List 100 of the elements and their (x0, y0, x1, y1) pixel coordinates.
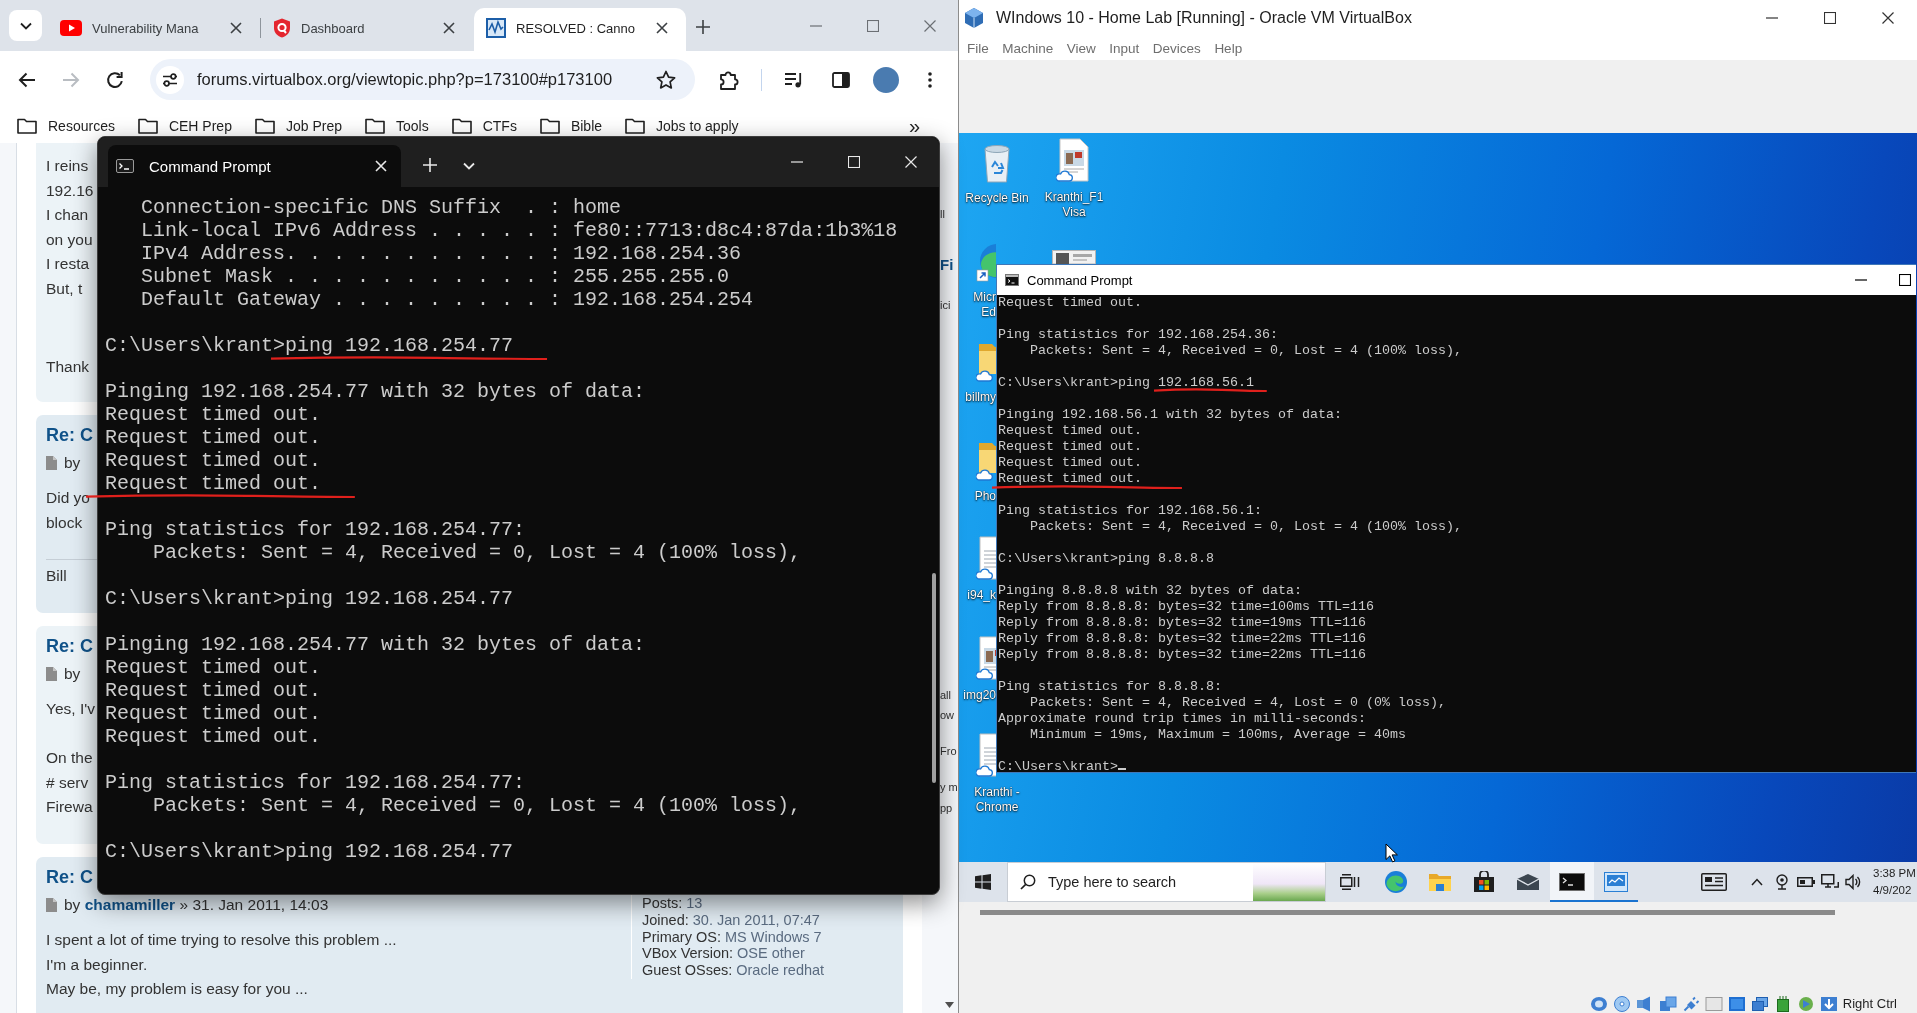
avatar[interactable] (873, 66, 899, 93)
plug-icon[interactable] (1681, 995, 1700, 1012)
playlist-icon[interactable] (784, 71, 804, 88)
side-panel-icon[interactable] (832, 71, 850, 88)
menu-item[interactable]: Input (1109, 40, 1140, 56)
author-link[interactable]: chamamiller (84, 895, 176, 913)
document-icon[interactable] (976, 733, 996, 777)
document-icon[interactable] (976, 536, 996, 580)
folder-icon (17, 117, 37, 134)
menu-item[interactable]: Help (1214, 40, 1243, 56)
terminal-icon (1559, 873, 1585, 891)
terminal-line: Pinging 8.8.8.8 with 32 bytes of data: (998, 583, 1302, 598)
back-arrow-icon[interactable] (18, 71, 36, 88)
bookmark-folder[interactable]: CEH Prep (137, 117, 232, 134)
news-icon[interactable] (1701, 873, 1727, 891)
profile-value: MS Windows 7 (724, 928, 822, 946)
bookmark-folder[interactable]: CTFs (451, 117, 517, 134)
image-file-icon[interactable] (1052, 250, 1096, 264)
battery-icon[interactable] (1797, 877, 1815, 887)
terminal-line: Request timed out. (998, 439, 1142, 454)
window-title: Command Prompt (1027, 272, 1133, 288)
folder-icon (625, 117, 646, 134)
browser-tab[interactable]: Dashboard (261, 8, 473, 51)
terminal-tab[interactable]: Command Prompt (108, 145, 401, 187)
tile-icon[interactable] (1704, 995, 1723, 1012)
clock-date[interactable]: 4/9/202 (1873, 882, 1912, 899)
address-bar[interactable]: forums.virtualbox.org/viewtopic.php?p=173100#p173100 (150, 59, 695, 100)
terminal-icon (1005, 274, 1019, 286)
bookmark-folder[interactable]: Bible (539, 117, 603, 134)
bookmark-folder[interactable]: Jobs to apply (625, 117, 739, 134)
chevron-down-icon[interactable] (463, 162, 475, 170)
maximize-icon[interactable] (1824, 12, 1836, 24)
more-bookmarks-button[interactable]: » (908, 114, 920, 137)
clock-time[interactable]: 3:38 PM (1873, 865, 1916, 882)
terminal-line: Request timed out. (105, 472, 322, 495)
menu-item[interactable]: Machine (1002, 40, 1054, 56)
disk-icon[interactable] (1589, 995, 1608, 1012)
sliders-icon[interactable] (156, 65, 184, 94)
terminal-line: Request timed out. (105, 725, 322, 748)
video-play-icon (60, 20, 82, 36)
stacked-screens-icon[interactable] (1750, 995, 1769, 1012)
scroll-down-icon[interactable] (944, 1002, 954, 1008)
scrollbar-thumb[interactable] (932, 573, 936, 783)
bookmark-folder[interactable]: Tools (365, 117, 429, 134)
image-file-icon[interactable] (976, 636, 996, 680)
camera-icon[interactable] (1775, 874, 1789, 890)
menu-item[interactable]: View (1066, 40, 1096, 56)
display-icon[interactable] (1727, 995, 1746, 1012)
terminal-line: Pinging 192.168.254.77 with 32 bytes of data: (105, 380, 646, 403)
browser-tab[interactable]: Vulnerability Mana (48, 8, 260, 51)
terminal-line: Ping statistics for 192.168.56.1: (998, 503, 1262, 518)
profile-value: 13 (686, 895, 703, 912)
shopping-bag-icon (1473, 871, 1495, 893)
folder-icon (451, 117, 472, 134)
terminal-line: Connection-specific DNS Suffix . : home (141, 196, 622, 219)
post-title[interactable]: Re: C (46, 863, 93, 890)
bookmark-folder[interactable]: Job Prep (254, 117, 342, 134)
close-icon[interactable] (656, 22, 668, 34)
folder-icon (539, 117, 560, 134)
cube-icon (963, 7, 985, 29)
overlapping-squares-icon[interactable] (1658, 995, 1677, 1012)
browser-tab[interactable]: RESOLVED : Canno (474, 8, 686, 51)
volume-icon[interactable] (1845, 874, 1861, 890)
maximize-icon[interactable] (1899, 274, 1911, 286)
post-text: I reins 192.16 I chan on you I resta But, t (46, 156, 94, 299)
document-icon (46, 666, 57, 681)
terminal-line: Request timed out. (998, 455, 1142, 470)
post-byline: by (64, 664, 81, 683)
terminal-line: Link-local IPv6 Address . . . . . : fe80::7713:d8c4:87da:1b3%18 (141, 219, 898, 242)
menu-item[interactable]: File (967, 40, 989, 56)
envelope-icon (1516, 873, 1540, 891)
menu-icon[interactable] (928, 71, 932, 88)
play-circle-icon[interactable] (1796, 995, 1815, 1012)
chevron-down-icon (19, 21, 32, 30)
close-icon[interactable] (1882, 12, 1894, 24)
puzzle-icon[interactable] (719, 69, 739, 90)
disc-icon[interactable] (1612, 995, 1631, 1012)
bookmark-folder[interactable]: Resources (17, 117, 115, 134)
terminal-line: Packets: Sent = 4, Received = 0, Lost = 4 (100% loss), (1030, 519, 1462, 534)
terminal-line: C:\Users\krant>ping 192.168.254.77 (105, 334, 514, 357)
terminal-line: C:\Users\krant>ping 8.8.8.8 (998, 551, 1214, 566)
star-icon[interactable] (656, 70, 676, 89)
network-icon[interactable] (1821, 874, 1839, 890)
horizontal-scrollbar[interactable] (980, 910, 1835, 915)
folder-icon (1428, 872, 1452, 892)
post-title[interactable]: Re: C (46, 632, 93, 659)
image-file-icon[interactable] (1056, 138, 1092, 182)
taskbar-button[interactable] (1550, 862, 1594, 902)
chevron-up-icon[interactable] (1751, 878, 1763, 886)
close-icon[interactable] (230, 22, 242, 34)
terminal-line: C:\Users\krant> (998, 759, 1118, 774)
post-title[interactable]: Re: C (46, 421, 93, 448)
plus-icon[interactable] (696, 20, 710, 34)
close-icon[interactable] (443, 22, 455, 34)
reload-icon[interactable] (106, 70, 124, 89)
terminal-line: Request timed out. (105, 702, 322, 725)
terminal-line: Request timed out. (998, 471, 1142, 486)
profile-label: VBox Version: (642, 945, 734, 963)
menu-item[interactable]: Devices (1152, 40, 1201, 56)
profile-value: 30. Jan 2011, 07:47 (692, 911, 820, 929)
